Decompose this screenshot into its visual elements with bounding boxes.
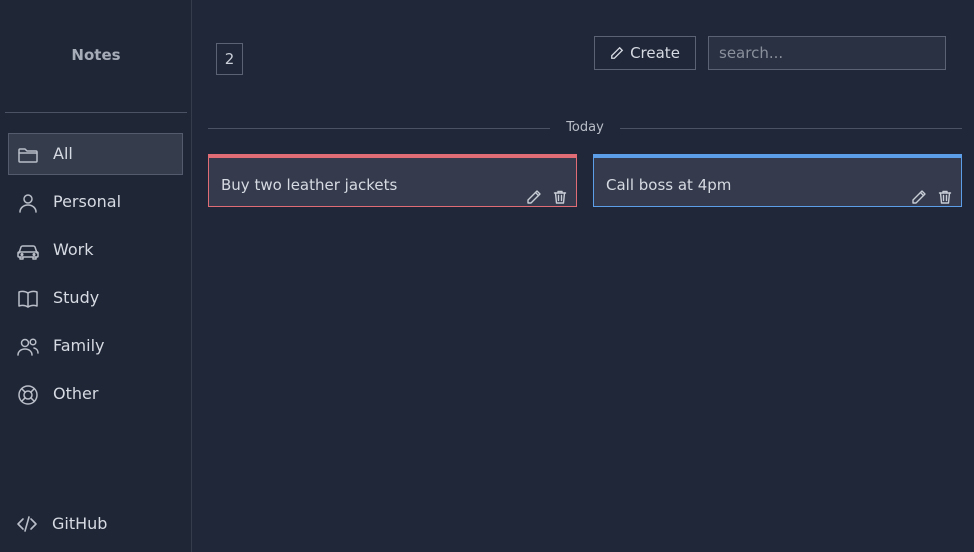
sidebar-item-label: Family [53,336,105,355]
app-title: Notes [71,46,121,64]
note-count-badge: 2 [216,43,243,75]
sidebar-divider [5,112,187,113]
sidebar-item-label: Personal [53,192,122,211]
sidebar-item-personal[interactable]: Personal [8,181,183,223]
car-icon [16,239,40,263]
create-button-label: Create [630,44,680,62]
sidebar-item-study[interactable]: Study [8,277,183,319]
search-input[interactable] [708,36,946,70]
section-divider-right [620,128,962,129]
note-title: Buy two leather jackets [221,176,398,194]
github-label: GitHub [52,514,108,533]
edit-icon[interactable] [911,189,927,205]
trash-icon[interactable] [937,189,953,205]
users-icon [16,335,40,359]
folder-icon [16,143,40,167]
sidebar-item-other[interactable]: Other [8,373,183,415]
sidebar-item-label: Study [53,288,100,307]
note-card[interactable]: Call boss at 4pm [593,154,962,207]
sidebar-item-family[interactable]: Family [8,325,183,367]
sidebar-item-label: Other [53,384,99,403]
pencil-icon [611,46,624,59]
trash-icon[interactable] [552,189,568,205]
sidebar-item-work[interactable]: Work [8,229,183,271]
app: Notes All Personal Work Study Family Oth… [0,0,974,552]
note-card[interactable]: Buy two leather jackets [208,154,577,207]
sidebar-item-label: Work [53,240,94,259]
user-icon [16,191,40,215]
github-link[interactable]: GitHub [8,503,183,545]
sidebar-item-all[interactable]: All [8,133,183,175]
book-icon [16,287,40,311]
note-title: Call boss at 4pm [606,176,732,194]
create-button[interactable]: Create [594,36,696,70]
sidebar: Notes All Personal Work Study Family Oth… [0,0,192,552]
section-heading-today: Today [566,120,604,135]
category-nav: All Personal Work Study Family Other [8,133,183,421]
code-icon [15,512,39,536]
section-divider-left [208,128,550,129]
lifebuoy-icon [16,383,40,407]
sidebar-item-label: All [53,144,73,163]
edit-icon[interactable] [526,189,542,205]
